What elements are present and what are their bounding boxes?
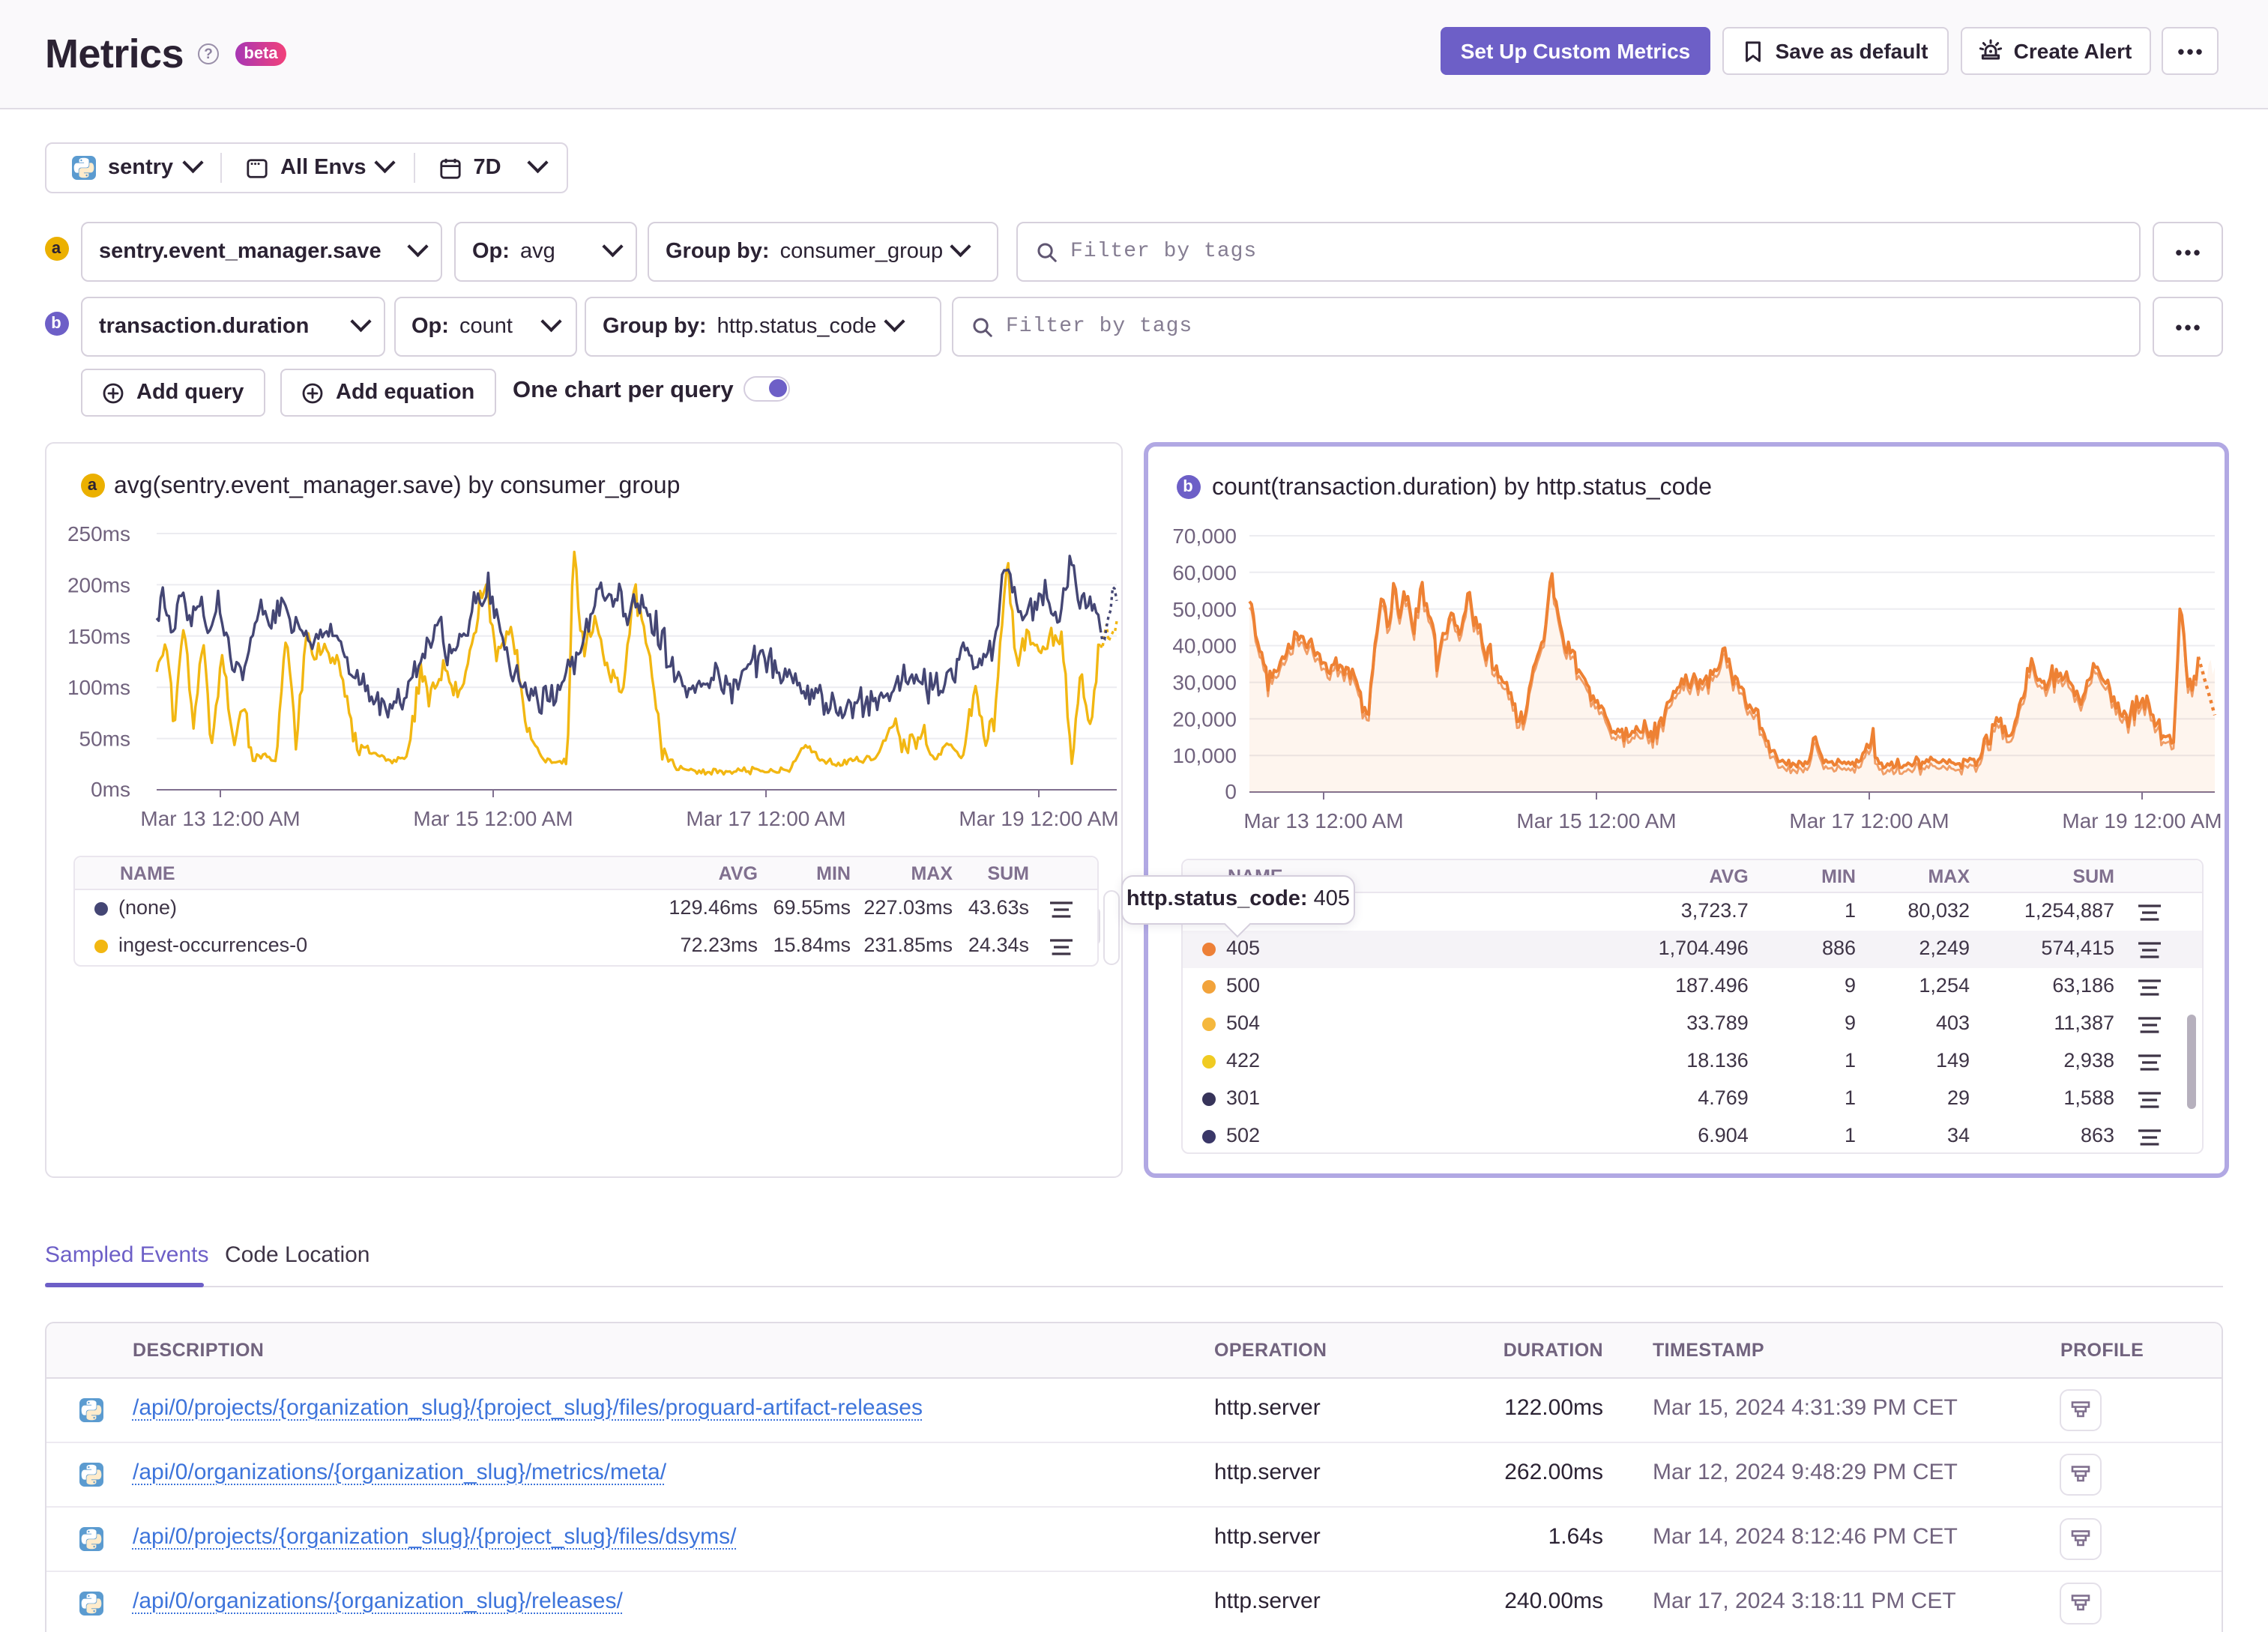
svg-text:30,000: 30,000: [1171, 671, 1236, 695]
svg-text:Mar 17 12:00 AM: Mar 17 12:00 AM: [1788, 809, 1948, 832]
svg-text:Mar 13 12:00 AM: Mar 13 12:00 AM: [140, 807, 300, 830]
svg-text:50ms: 50ms: [79, 728, 130, 751]
svg-text:Mar 15 12:00 AM: Mar 15 12:00 AM: [413, 807, 573, 830]
svg-text:100ms: 100ms: [67, 676, 130, 699]
svg-text:Mar 17 12:00 AM: Mar 17 12:00 AM: [686, 807, 845, 830]
svg-text:40,000: 40,000: [1171, 635, 1236, 658]
svg-text:0: 0: [1224, 780, 1236, 803]
svg-text:20,000: 20,000: [1171, 707, 1236, 731]
svg-text:10,000: 10,000: [1171, 744, 1236, 767]
svg-text:70,000: 70,000: [1171, 525, 1236, 548]
svg-text:150ms: 150ms: [67, 625, 130, 648]
svg-text:Mar 15 12:00 AM: Mar 15 12:00 AM: [1515, 809, 1675, 832]
svg-text:200ms: 200ms: [67, 573, 130, 596]
svg-text:50,000: 50,000: [1171, 598, 1236, 621]
svg-text:Mar 19 12:00 AM: Mar 19 12:00 AM: [959, 807, 1118, 830]
svg-text:Mar 19 12:00 AM: Mar 19 12:00 AM: [2061, 809, 2221, 832]
svg-text:0ms: 0ms: [91, 778, 130, 801]
svg-text:Mar 13 12:00 AM: Mar 13 12:00 AM: [1243, 809, 1402, 832]
svg-text:60,000: 60,000: [1171, 561, 1236, 584]
svg-text:250ms: 250ms: [67, 522, 130, 545]
